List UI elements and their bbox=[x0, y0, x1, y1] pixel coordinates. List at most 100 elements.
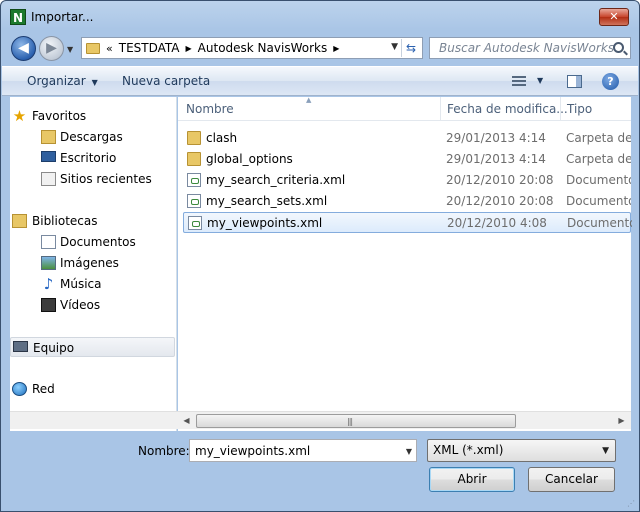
nav-favorites[interactable]: ★ Favoritos bbox=[10, 106, 175, 126]
column-divider[interactable] bbox=[440, 97, 441, 121]
file-date: 29/01/2013 4:14 bbox=[446, 131, 546, 145]
chevron-down-icon[interactable]: ▼ bbox=[406, 447, 412, 456]
back-button[interactable]: ◀ bbox=[11, 36, 36, 61]
navigation-pane: ★ Favoritos Descargas Escritorio Sitios … bbox=[10, 97, 177, 431]
grip-icon: ||| bbox=[347, 417, 353, 426]
network-icon bbox=[12, 382, 27, 396]
nav-item-documents[interactable]: Documentos bbox=[10, 232, 175, 252]
forward-button[interactable]: ▶ bbox=[39, 36, 64, 61]
scroll-left-icon[interactable]: ◀ bbox=[178, 413, 195, 429]
breadcrumb-separator-icon[interactable]: ▶ bbox=[333, 44, 339, 53]
file-date: 20/12/2010 20:08 bbox=[446, 173, 554, 187]
nav-label: Música bbox=[60, 277, 102, 291]
recent-places-icon bbox=[41, 172, 56, 186]
xml-file-icon bbox=[188, 216, 202, 230]
nav-label: Documentos bbox=[60, 235, 136, 249]
file-row-global-options[interactable]: global_options 29/01/2013 4:14 Carpeta d… bbox=[183, 149, 631, 170]
nav-label: Equipo bbox=[33, 341, 75, 355]
file-name-input[interactable]: my_viewpoints.xml ▼ bbox=[189, 439, 417, 462]
nav-label: Vídeos bbox=[60, 298, 101, 312]
file-list: ▲ Nombre Fecha de modifica... Tipo clash… bbox=[178, 96, 632, 431]
file-type: Documento XML bbox=[566, 173, 631, 187]
search-icon[interactable] bbox=[613, 42, 624, 53]
column-header-name[interactable]: Nombre bbox=[186, 102, 234, 116]
nav-label: Bibliotecas bbox=[32, 214, 98, 228]
desktop-icon bbox=[41, 151, 56, 162]
breadcrumb-separator-icon[interactable]: ▶ bbox=[186, 44, 192, 53]
nav-item-pictures[interactable]: Imágenes bbox=[10, 253, 175, 273]
scroll-right-icon[interactable]: ▶ bbox=[613, 413, 630, 429]
title-bar[interactable]: N Importar... ✕ bbox=[1, 1, 639, 31]
nav-label: Imágenes bbox=[60, 256, 119, 270]
change-view-icon[interactable] bbox=[512, 76, 526, 87]
nav-item-desktop[interactable]: Escritorio bbox=[10, 148, 175, 168]
nav-libraries[interactable]: Bibliotecas bbox=[10, 211, 175, 231]
file-type: Carpeta de archivos bbox=[566, 152, 631, 166]
file-row-my-search-sets[interactable]: my_search_sets.xml 20/12/2010 20:08 Docu… bbox=[183, 191, 631, 212]
close-button[interactable]: ✕ bbox=[599, 8, 629, 26]
music-note-icon: ♪ bbox=[43, 275, 54, 293]
file-name: my_search_criteria.xml bbox=[206, 173, 346, 187]
new-folder-button[interactable]: Nueva carpeta bbox=[122, 74, 210, 88]
folder-icon bbox=[187, 131, 201, 145]
organize-menu-button[interactable]: Organizar ▼ bbox=[27, 74, 98, 88]
nav-computer[interactable]: Equipo bbox=[10, 337, 175, 357]
breadcrumb-testdata[interactable]: TESTDATA bbox=[119, 41, 180, 55]
horizontal-scrollbar[interactable]: ◀ ||| ▶ bbox=[10, 411, 631, 429]
documents-icon bbox=[41, 235, 56, 249]
column-divider[interactable] bbox=[560, 97, 561, 121]
pictures-icon bbox=[41, 256, 56, 270]
nav-item-downloads[interactable]: Descargas bbox=[10, 127, 175, 147]
file-row-clash[interactable]: clash 29/01/2013 4:14 Carpeta de archivo… bbox=[183, 128, 631, 149]
column-header-type[interactable]: Tipo bbox=[567, 102, 592, 116]
command-toolbar: Organizar ▼ Nueva carpeta ▼ ? bbox=[2, 66, 638, 96]
cancel-button[interactable]: Cancelar bbox=[528, 467, 615, 492]
address-bar[interactable]: « TESTDATA ▶ Autodesk NavisWorks ▶ ▼ ⇆ bbox=[81, 37, 423, 59]
chevron-down-icon: ▼ bbox=[602, 446, 609, 456]
file-row-my-search-criteria[interactable]: my_search_criteria.xml 20/12/2010 20:08 … bbox=[183, 170, 631, 191]
nav-item-videos[interactable]: Vídeos bbox=[10, 295, 175, 315]
help-icon[interactable]: ? bbox=[602, 73, 619, 90]
video-icon bbox=[41, 298, 56, 312]
chevron-down-icon: ▼ bbox=[91, 78, 98, 87]
refresh-icon[interactable]: ⇆ bbox=[401, 39, 420, 57]
nav-label: Escritorio bbox=[60, 151, 117, 165]
organize-label: Organizar bbox=[27, 74, 86, 88]
resize-grip-icon[interactable]: ⋰ bbox=[627, 499, 637, 509]
file-name: my_search_sets.xml bbox=[206, 194, 328, 208]
file-row-my-viewpoints[interactable]: my_viewpoints.xml 20/12/2010 4:08 Docume… bbox=[183, 212, 632, 233]
dialog-window: N Importar... ✕ ◀ ▶ ▼ « TESTDATA ▶ Autod… bbox=[0, 0, 640, 512]
file-date: 29/01/2013 4:14 bbox=[446, 152, 546, 166]
nav-item-recent-places[interactable]: Sitios recientes bbox=[10, 169, 175, 189]
view-options-chevron-icon[interactable]: ▼ bbox=[537, 76, 543, 85]
window-title: Importar... bbox=[31, 10, 94, 24]
address-dropdown-icon[interactable]: ▼ bbox=[391, 42, 398, 52]
file-name: clash bbox=[206, 131, 238, 145]
search-input[interactable]: Buscar Autodesk NavisWorks bbox=[429, 37, 631, 59]
libraries-icon bbox=[12, 214, 27, 228]
breadcrumb-autodesk-navisworks[interactable]: Autodesk NavisWorks bbox=[198, 41, 328, 55]
file-name-label: Nombre: bbox=[138, 444, 190, 458]
folder-icon bbox=[86, 42, 100, 54]
file-name-value: my_viewpoints.xml bbox=[195, 444, 311, 458]
open-button[interactable]: Abrir bbox=[429, 467, 515, 492]
breadcrumb-overflow[interactable]: « bbox=[106, 42, 113, 55]
star-icon: ★ bbox=[12, 107, 27, 125]
folder-icon bbox=[187, 152, 201, 166]
recent-locations-dropdown-icon[interactable]: ▼ bbox=[67, 45, 77, 54]
navisworks-app-icon: N bbox=[10, 9, 26, 25]
preview-pane-icon[interactable] bbox=[567, 75, 582, 88]
nav-label: Descargas bbox=[60, 130, 123, 144]
file-date: 20/12/2010 4:08 bbox=[447, 216, 547, 230]
column-header-row: ▲ Nombre Fecha de modifica... Tipo bbox=[178, 96, 631, 121]
nav-label: Red bbox=[32, 382, 55, 396]
nav-network[interactable]: Red bbox=[10, 379, 175, 399]
scrollbar-thumb[interactable]: ||| bbox=[196, 414, 516, 428]
nav-label: Sitios recientes bbox=[60, 172, 152, 186]
file-type: Documento XML bbox=[566, 194, 631, 208]
file-type-filter-select[interactable]: XML (*.xml) ▼ bbox=[427, 439, 616, 462]
file-type: Documento XML bbox=[567, 216, 632, 230]
nav-item-music[interactable]: ♪ Música bbox=[10, 274, 175, 294]
computer-icon bbox=[13, 341, 28, 352]
column-header-date[interactable]: Fecha de modifica... bbox=[447, 102, 568, 116]
